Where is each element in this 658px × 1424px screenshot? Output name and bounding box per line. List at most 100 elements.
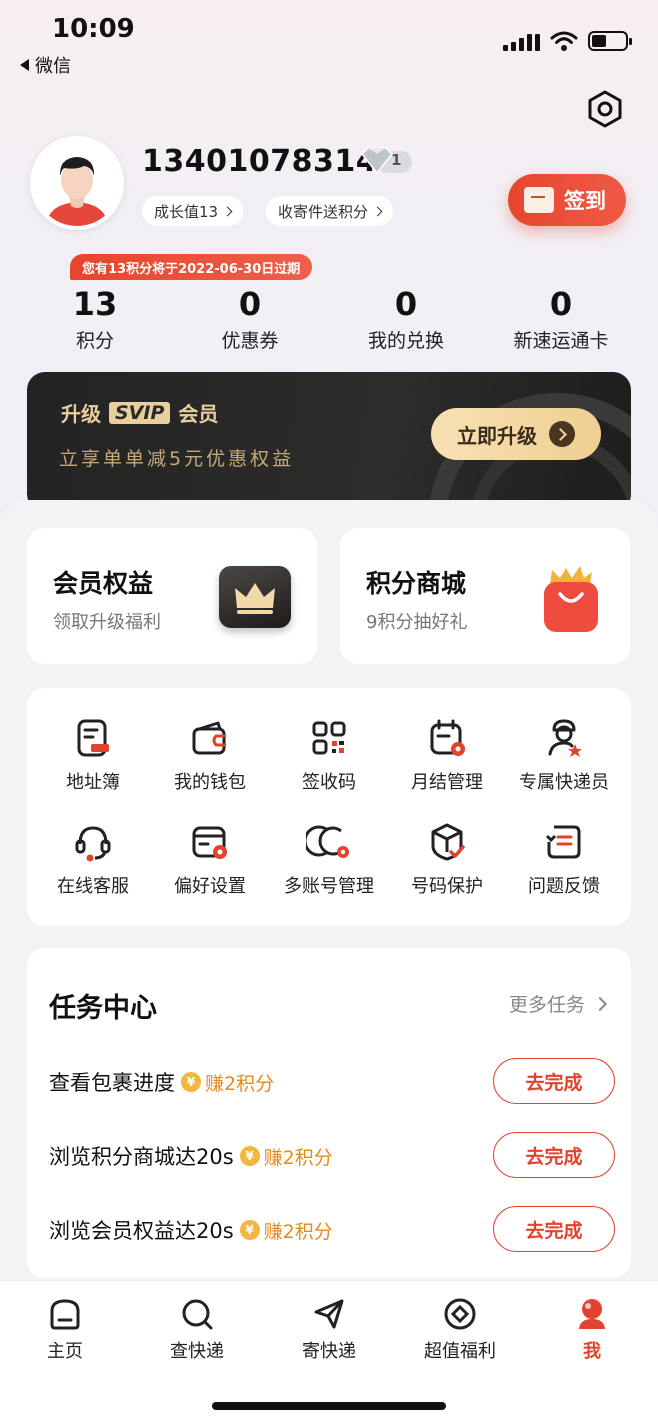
tool-label: 我的钱包 bbox=[174, 772, 246, 793]
tab-label: 寄快递 bbox=[302, 1341, 356, 1362]
task-center-title: 任务中心 bbox=[49, 993, 157, 1024]
home-icon bbox=[50, 1299, 80, 1330]
chevron-right-icon bbox=[372, 206, 383, 216]
send-icon bbox=[314, 1299, 344, 1329]
task-complete-button[interactable]: 去完成 bbox=[493, 1206, 615, 1252]
tool-label: 问题反馈 bbox=[528, 876, 600, 897]
stat-coupons[interactable]: 0 优惠券 bbox=[170, 286, 330, 353]
tool-label: 号码保护 bbox=[411, 876, 483, 897]
points-chip-label: 收寄件送积分 bbox=[278, 202, 369, 221]
tab-label: 我 bbox=[583, 1341, 601, 1362]
coin-icon: ¥ bbox=[239, 1146, 260, 1166]
task-reward: 赚2积分 bbox=[263, 1146, 333, 1169]
vip-subtitle: 立享单单减5元优惠权益 bbox=[59, 448, 295, 470]
tool-wallet[interactable]: 我的钱包 bbox=[150, 718, 270, 794]
task-center: 任务中心 更多任务 查看包裹进度 ¥ 赚2积分 去完成 浏览积分商城达20s ¥… bbox=[27, 948, 631, 1278]
stat-card[interactable]: 0 新速运通卡 bbox=[481, 286, 641, 353]
vip-prefix: 升级 bbox=[61, 402, 101, 426]
tool-customer-service[interactable]: 在线客服 bbox=[33, 822, 153, 898]
arrow-right-icon bbox=[549, 421, 575, 447]
home-indicator bbox=[212, 1402, 446, 1410]
stat-label: 优惠券 bbox=[221, 330, 279, 352]
stat-exchanges[interactable]: 0 我的兑换 bbox=[326, 286, 486, 353]
level-badge[interactable]: 1 bbox=[358, 145, 414, 177]
diamond-icon bbox=[360, 147, 412, 175]
task-name: 查看包裹进度 bbox=[49, 1071, 175, 1095]
stat-value: 13 bbox=[72, 285, 118, 323]
upgrade-label: 立即升级 bbox=[457, 423, 537, 448]
tab-track[interactable]: 查快递 bbox=[147, 1297, 247, 1363]
tab-me[interactable]: 我 bbox=[542, 1297, 642, 1363]
tool-monthly[interactable]: 月结管理 bbox=[387, 718, 507, 794]
signin-box-icon bbox=[524, 187, 554, 213]
promo-title: 会员权益 bbox=[53, 569, 154, 598]
status-time: 10:09 bbox=[52, 14, 135, 44]
stat-label: 我的兑换 bbox=[367, 330, 444, 352]
tool-sign-code[interactable]: 签收码 bbox=[269, 718, 389, 794]
points-chip[interactable]: 收寄件送积分 bbox=[266, 196, 394, 226]
feedback-icon bbox=[545, 825, 581, 859]
shield-box-icon bbox=[431, 823, 465, 861]
tool-label: 多账号管理 bbox=[284, 876, 374, 897]
stat-label: 新速运通卡 bbox=[513, 330, 609, 352]
task-complete-button[interactable]: 去完成 bbox=[493, 1132, 615, 1178]
stat-value: 0 bbox=[549, 285, 573, 323]
stat-points[interactable]: 13 积分 bbox=[15, 286, 175, 353]
coin-icon: ¥ bbox=[239, 1220, 260, 1240]
growth-chip[interactable]: 成长值13 bbox=[142, 196, 244, 226]
task-item: 浏览会员权益达20s ¥ 赚2积分 去完成 bbox=[49, 1206, 615, 1254]
tab-label: 主页 bbox=[47, 1341, 83, 1362]
wifi-icon bbox=[550, 31, 578, 51]
tools-grid: 地址簿 我的钱包 签收码 月结管理 专属快递员 在线客服 偏好设置 多账号管理 … bbox=[27, 688, 631, 926]
signin-label: 签到 bbox=[564, 189, 606, 213]
tab-home[interactable]: 主页 bbox=[15, 1297, 115, 1363]
points-mall-card[interactable]: 积分商城 9积分抽好礼 bbox=[340, 528, 630, 664]
chevron-right-icon bbox=[592, 996, 608, 1011]
crown-icon bbox=[219, 566, 291, 628]
more-tasks-label: 更多任务 bbox=[508, 994, 585, 1016]
multi-account-icon bbox=[306, 825, 349, 858]
tool-label: 专属快递员 bbox=[519, 772, 609, 793]
svip-banner[interactable]: 升级 SVIP 会员 立享单单减5元优惠权益 立即升级 bbox=[27, 372, 631, 512]
promo-subtitle: 9积分抽好礼 bbox=[366, 612, 468, 633]
tab-welfare[interactable]: 超值福利 bbox=[410, 1297, 510, 1363]
vip-title: 升级 SVIP 会员 bbox=[61, 398, 218, 427]
profile-icon bbox=[579, 1299, 605, 1329]
task-item: 浏览积分商城达20s ¥ 赚2积分 去完成 bbox=[49, 1132, 615, 1180]
tool-label: 月结管理 bbox=[411, 772, 483, 793]
tool-label: 地址簿 bbox=[66, 772, 120, 793]
tool-label: 在线客服 bbox=[57, 876, 129, 897]
address-book-icon bbox=[77, 719, 109, 757]
tool-number-protect[interactable]: 号码保护 bbox=[387, 822, 507, 898]
status-icons bbox=[503, 30, 632, 52]
stat-value: 0 bbox=[394, 285, 418, 323]
svip-mark: SVIP bbox=[109, 401, 171, 424]
tab-label: 查快递 bbox=[170, 1341, 224, 1362]
tool-address-book[interactable]: 地址簿 bbox=[33, 718, 153, 794]
tab-label: 超值福利 bbox=[424, 1341, 496, 1362]
tab-send[interactable]: 寄快递 bbox=[279, 1297, 379, 1363]
task-name: 浏览积分商城达20s bbox=[49, 1145, 234, 1169]
tool-label: 签收码 bbox=[302, 772, 356, 793]
shopping-bag-icon bbox=[544, 566, 598, 632]
signin-button[interactable]: 签到 bbox=[508, 174, 626, 226]
member-benefits-card[interactable]: 会员权益 领取升级福利 bbox=[27, 528, 317, 664]
back-label: 微信 bbox=[35, 56, 71, 77]
tool-courier[interactable]: 专属快递员 bbox=[504, 718, 624, 794]
courier-icon bbox=[548, 719, 582, 757]
tool-preferences[interactable]: 偏好设置 bbox=[150, 822, 270, 898]
avatar[interactable] bbox=[30, 136, 124, 230]
headset-icon bbox=[75, 826, 111, 862]
task-complete-button[interactable]: 去完成 bbox=[493, 1058, 615, 1104]
settings-icon[interactable] bbox=[586, 90, 624, 128]
wallet-icon bbox=[192, 721, 226, 755]
back-to-wechat[interactable]: 微信 bbox=[20, 52, 71, 78]
tool-feedback[interactable]: 问题反馈 bbox=[504, 822, 624, 898]
more-tasks-link[interactable]: 更多任务 bbox=[508, 990, 608, 1017]
search-icon bbox=[182, 1299, 213, 1330]
tool-multi-account[interactable]: 多账号管理 bbox=[269, 822, 389, 898]
coin-icon: ¥ bbox=[181, 1072, 201, 1092]
upgrade-button[interactable]: 立即升级 bbox=[431, 408, 601, 460]
task-reward: 赚2积分 bbox=[263, 1220, 333, 1243]
points-expire-tip: 您有13积分将于2022-06-30日过期 bbox=[70, 254, 313, 280]
